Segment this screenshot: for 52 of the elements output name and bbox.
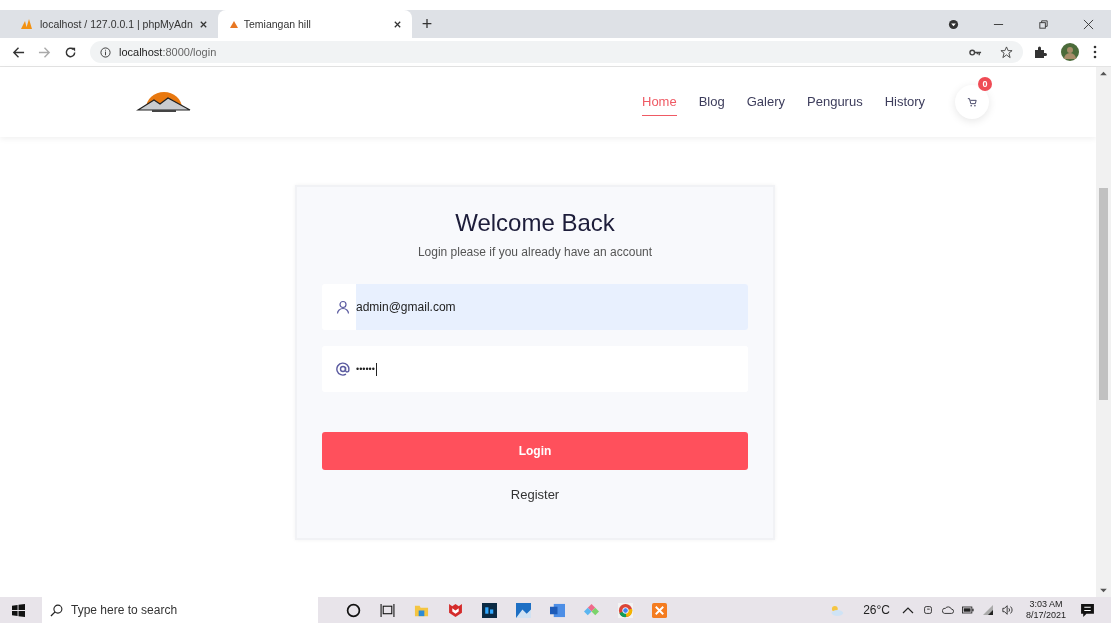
- cart-button[interactable]: [955, 85, 990, 119]
- address-bar[interactable]: localhost:8000/login: [90, 41, 1023, 63]
- cart-count-badge: 0: [978, 77, 993, 91]
- nav-link[interactable]: Pengurus: [807, 88, 863, 116]
- scroll-up-icon[interactable]: [1100, 71, 1107, 76]
- task-view-icon[interactable]: [380, 602, 395, 618]
- mountain-icon: [229, 20, 238, 28]
- notification-icon[interactable]: [1080, 602, 1095, 618]
- new-tab-button[interactable]: +: [421, 13, 433, 35]
- restore-icon[interactable]: [1038, 18, 1049, 30]
- cortana-icon[interactable]: [346, 602, 361, 618]
- search-icon: [50, 603, 63, 617]
- close-icon[interactable]: [198, 19, 208, 29]
- browser-tab[interactable]: Temiangan hill: [217, 10, 412, 38]
- nav-link[interactable]: Blog: [698, 88, 725, 116]
- cart-icon: [967, 97, 978, 107]
- nav-link[interactable]: History: [884, 88, 926, 116]
- password-field[interactable]: ••••••: [322, 346, 748, 392]
- temperature-text: 26°C: [863, 603, 890, 617]
- avatar-icon[interactable]: [1061, 43, 1079, 61]
- reload-icon[interactable]: [64, 45, 77, 59]
- taskbar-search-field[interactable]: Type here to search: [42, 597, 318, 623]
- scrollbar[interactable]: [1096, 67, 1111, 597]
- speaker-icon[interactable]: [1001, 604, 1014, 616]
- windows-start-icon[interactable]: [12, 603, 25, 617]
- puzzle-icon[interactable]: [1033, 45, 1047, 59]
- dropdown-icon[interactable]: [948, 18, 959, 30]
- cloud-icon[interactable]: [941, 604, 954, 616]
- nav-link[interactable]: Galery: [746, 88, 785, 116]
- star-icon[interactable]: [1000, 45, 1013, 59]
- user-icon: [336, 300, 350, 314]
- mountain-logo[interactable]: [136, 90, 192, 114]
- close-icon[interactable]: [392, 19, 402, 29]
- login-subtitle: Login please if you already have an account: [417, 245, 653, 259]
- info-icon: [100, 46, 111, 58]
- close-icon[interactable]: [1083, 18, 1094, 30]
- shield-icon[interactable]: [448, 602, 463, 618]
- at-sign-icon: [336, 362, 350, 376]
- login-title: Welcome Back: [455, 209, 615, 237]
- photos-app-icon[interactable]: [516, 602, 531, 618]
- more-icon[interactable]: [1093, 45, 1097, 59]
- scroll-down-icon[interactable]: [1100, 588, 1107, 593]
- register-link[interactable]: Register: [510, 487, 560, 502]
- back-icon[interactable]: [12, 45, 25, 59]
- clock-time: 3:03 AM: [1029, 599, 1063, 610]
- clock-date: 8/17/2021: [1025, 610, 1066, 621]
- browser-tab[interactable]: localhost / 127.0.0.1 | phpMyAdn: [8, 10, 218, 38]
- wifi-icon[interactable]: [981, 604, 994, 616]
- email-field[interactable]: admin@gmail.com: [322, 284, 748, 330]
- chrome-icon[interactable]: [618, 602, 633, 618]
- scrollbar-thumb[interactable]: [1099, 188, 1108, 400]
- battery-icon[interactable]: [961, 604, 974, 616]
